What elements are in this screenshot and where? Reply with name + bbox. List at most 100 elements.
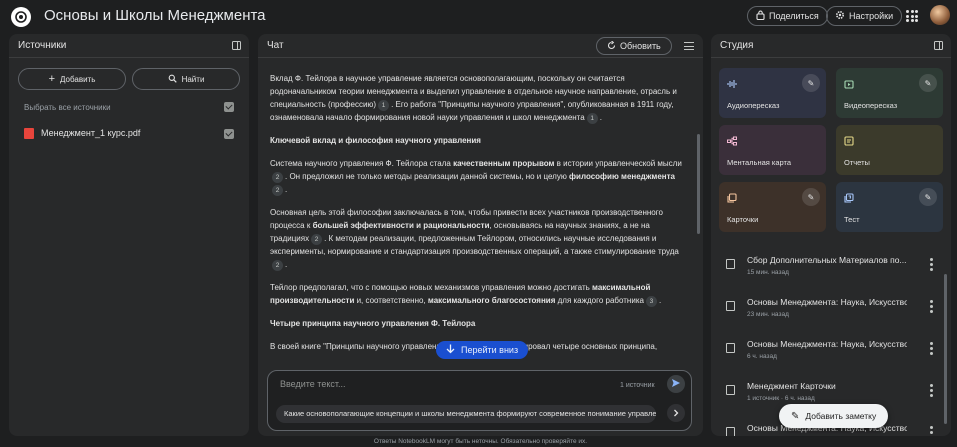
send-icon [671,377,681,391]
edit-button[interactable]: ✎ [919,74,937,92]
heading-text: Ключевой вклад и философия научного упра… [270,136,481,145]
pencil-icon: ✎ [924,78,932,88]
tile-video-overview[interactable]: ✎ Видеопересказ [836,68,943,118]
response-heading: Четыре принципа научного управления Ф. Т… [270,317,685,330]
response-heading: Ключевой вклад и философия научного упра… [270,134,685,147]
response-text: Система научного управления Ф. Тейлора с… [270,159,454,168]
share-button[interactable]: Поделиться [747,6,828,26]
note-title: Сбор Дополнительных Материалов по... [747,255,907,265]
chat-input-box[interactable]: Введите текст... 1 источник Какие осново… [267,370,692,431]
notebooklm-logo[interactable] [11,7,31,27]
edit-button[interactable]: ✎ [802,74,820,92]
note-icon [726,259,735,269]
note-meta: 6 ч. назад [747,353,777,360]
edit-button[interactable]: ✎ [802,188,820,206]
collapse-panel-icon[interactable] [232,41,241,50]
studio-scrollbar[interactable] [944,274,947,424]
collapse-panel-icon[interactable] [934,41,943,50]
arrow-down-icon [446,344,455,356]
tune-icon[interactable] [684,42,694,50]
send-button[interactable] [667,375,685,393]
cards-icon [727,192,737,203]
plus-icon: + [48,73,56,85]
more-vert-icon[interactable] [930,426,933,436]
gear-icon [835,10,845,22]
chat-scrollbar[interactable] [697,134,700,234]
jump-label: Перейти вниз [461,345,519,355]
source-checkbox[interactable] [224,128,234,139]
note-title: Основы Менеджмента: Наука, Искусство ... [747,339,907,349]
add-source-label: Добавить [60,74,96,84]
citation-chip[interactable]: 1 [378,100,390,111]
note-item[interactable]: Основы Менеджмента: Наука, Искусство ...… [711,288,951,330]
search-sparkle-icon [168,74,177,85]
citation-chip[interactable]: 2 [272,185,283,196]
more-vert-icon[interactable] [930,300,933,313]
waveform-icon [727,78,737,88]
note-title: Менеджмент Карточки [747,381,836,391]
more-vert-icon[interactable] [930,384,933,397]
refresh-button[interactable]: Обновить [596,37,672,55]
note-meta: 23 мин. назад [747,311,789,318]
mindmap-icon [727,135,737,146]
lock-icon [756,10,765,22]
note-icon [726,301,735,311]
sources-title: Источники [18,40,67,51]
quiz-icon [844,192,854,203]
add-note-button[interactable]: ✎ Добавить заметку [779,404,889,428]
more-vert-icon[interactable] [930,342,933,355]
select-all-row[interactable]: Выбрать все источники [9,102,249,112]
add-source-button[interactable]: + Добавить [18,68,126,90]
response-paragraph: Тейлор предполагал, что с помощью новых … [270,283,662,307]
note-item[interactable]: Сбор Дополнительных Материалов по... 15 … [711,246,951,288]
settings-button[interactable]: Настройки [826,6,903,26]
citation-chip[interactable]: 1 [586,113,598,124]
chat-input[interactable]: Введите текст... [280,379,346,389]
report-icon [844,135,854,146]
source-item[interactable]: Менеджмент_1 курс.pdf [9,128,249,140]
avatar[interactable] [930,5,950,25]
citation-chip[interactable]: 2 [311,234,323,245]
tile-label: Карточки [727,215,759,224]
tile-quiz[interactable]: ✎ Тест [836,182,943,232]
tile-reports[interactable]: Отчеты [836,125,943,175]
suggested-question[interactable]: Какие основополагающие концепции и школы… [276,405,656,423]
jump-to-bottom-button[interactable]: Перейти вниз [436,341,529,359]
more-vert-icon[interactable] [930,258,933,271]
find-source-button[interactable]: Найти [132,68,240,90]
note-item[interactable]: Основы Менеджмента: Наука, Искусство ...… [711,330,951,372]
tile-flashcards[interactable]: ✎ Карточки [719,182,826,232]
studio-title: Студия [720,40,754,51]
citation-chip[interactable]: 2 [272,172,283,183]
response-text: и, соответственно, [354,296,428,305]
apps-grid-icon[interactable] [906,10,918,22]
response-text: . Он предложил не только методы реализац… [285,172,570,181]
note-icon [726,343,735,353]
chat-panel: Чат Обновить Вклад Ф. Тейлора в научное … [258,34,703,436]
response-paragraph: Основная цель этой философии заключалась… [270,208,679,271]
citation-chip[interactable]: 3 [645,296,657,307]
source-count: 1 источник [620,382,655,389]
note-title: Основы Менеджмента: Наука, Искусство ... [747,297,907,307]
sources-header: Источники [9,34,249,58]
notebook-title[interactable]: Основы и Школы Менеджмента [44,7,266,24]
response-paragraph: Система научного управления Ф. Тейлора с… [270,159,682,196]
tile-label: Аудиопересказ [727,101,780,110]
citation-chip[interactable]: 2 [272,260,283,271]
studio-header: Студия [711,34,951,58]
next-suggestion-button[interactable] [667,404,685,422]
tile-mind-map[interactable]: Ментальная карта [719,125,826,175]
pencil-icon: ✎ [807,192,815,202]
select-all-checkbox[interactable] [224,102,234,112]
tile-audio-overview[interactable]: ✎ Аудиопересказ [719,68,826,118]
sources-panel: Источники + Добавить Найти Выбрать все и… [9,34,249,436]
settings-label: Настройки [849,11,894,21]
note-meta: 15 мин. назад [747,269,789,276]
pdf-icon [24,128,34,140]
pencil-icon: ✎ [924,192,932,202]
note-icon [726,427,735,436]
response-text: . К методам реализации, предложенным Тей… [270,234,679,256]
edit-button[interactable]: ✎ [919,188,937,206]
tile-label: Тест [844,215,860,224]
heading-text: Четыре принципа научного управления Ф. Т… [270,319,476,328]
